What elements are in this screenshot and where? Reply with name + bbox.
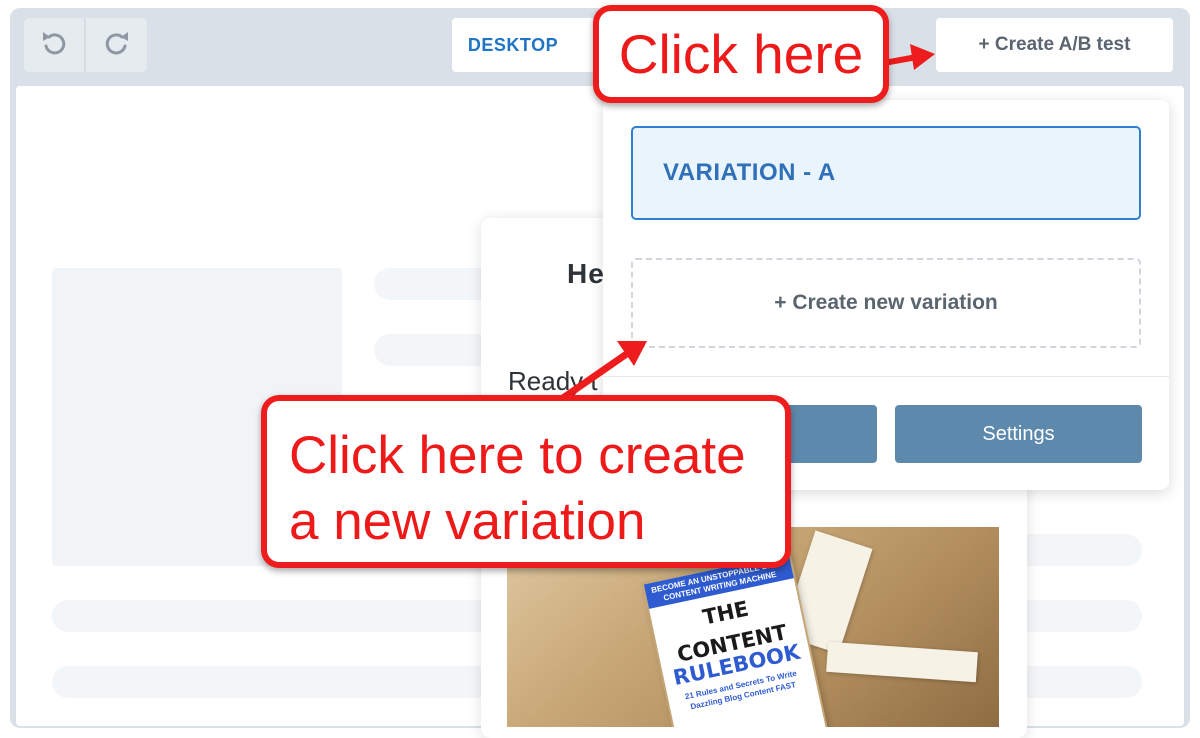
undo-icon [40,28,68,63]
undo-button[interactable] [24,18,85,72]
redo-icon [103,28,131,63]
create-new-variation-button[interactable]: + Create new variation [631,258,1141,348]
popup-text: Ready t [508,366,598,396]
popup-heading: He [567,258,605,289]
callout-create-variation: Click here to create a new variation [261,395,791,568]
book-page-decor [826,641,978,683]
desktop-view-button[interactable]: DESKTOP [452,18,596,72]
create-ab-test-button[interactable]: + Create A/B test [936,18,1173,72]
callout-top-text: Click here [618,23,864,85]
redo-button[interactable] [86,18,147,72]
callout-bottom-line1: Click here to create [289,426,746,485]
settings-button[interactable]: Settings [895,405,1142,463]
dropdown-divider [603,376,1169,377]
callout-click-here: Click here [593,5,889,103]
callout-bottom-line2: a new variation [289,492,646,551]
variation-a-item[interactable]: VARIATION - A [631,126,1141,220]
